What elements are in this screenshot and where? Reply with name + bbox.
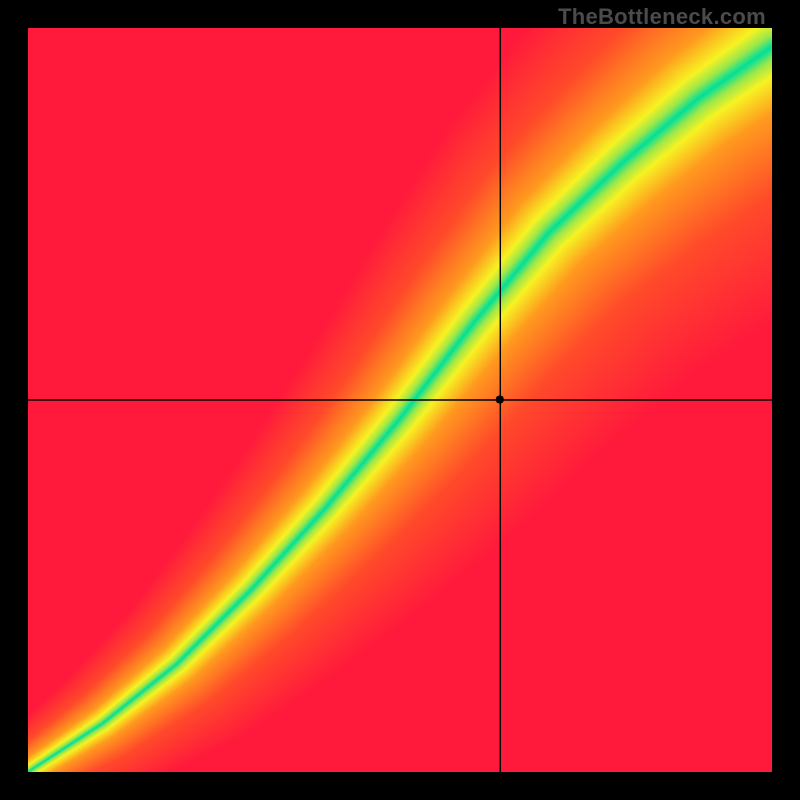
chart-frame: TheBottleneck.com (0, 0, 800, 800)
watermark-text: TheBottleneck.com (558, 4, 766, 30)
plot-area (28, 28, 772, 772)
heatmap-canvas (28, 28, 772, 772)
